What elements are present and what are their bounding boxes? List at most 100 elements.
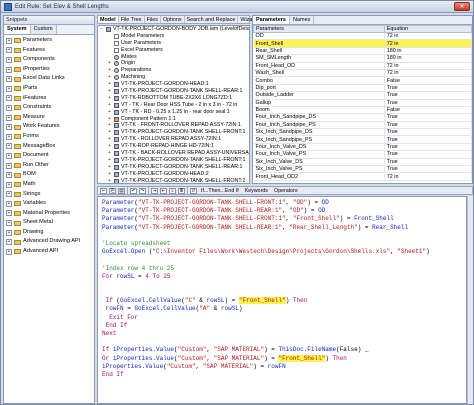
param-equation[interactable]: True — [384, 84, 473, 93]
tab-parameters[interactable]: Parameters — [253, 16, 290, 24]
table-row[interactable]: Dip_port True — [253, 84, 473, 93]
outdent-icon[interactable]: ⇤ — [160, 187, 167, 194]
expand-icon[interactable]: + — [6, 152, 12, 159]
snippet-item[interactable]: + Measure — [6, 113, 94, 123]
tree-node[interactable]: + VT-TK-PROJECT-GORDON-TANK SHELL-FRONT:1 — [98, 129, 249, 136]
tree-node[interactable]: + VT-TK-PROJECT-GORDON-HEAD:2 — [98, 171, 249, 178]
param-equation[interactable]: True — [384, 165, 473, 174]
expander-icon[interactable]: + — [108, 171, 113, 178]
param-equation[interactable]: True — [384, 135, 473, 144]
close-button[interactable]: ✕ — [454, 2, 470, 11]
param-equation[interactable]: True — [384, 99, 473, 107]
table-row[interactable]: Front_Head_OD 72 in — [253, 62, 473, 70]
copy-icon[interactable]: ⎘ — [109, 187, 116, 194]
snippet-item[interactable]: + Document — [6, 151, 94, 161]
expand-icon[interactable]: + — [6, 133, 12, 140]
snippet-item[interactable]: + iParts — [6, 84, 94, 94]
expander-icon[interactable]: + — [108, 150, 113, 157]
tree-node[interactable]: + VT-TK-ROP-REPAD-HINGE HD-72IN:1 — [98, 143, 249, 150]
redo-icon[interactable]: ↷ — [139, 187, 146, 194]
param-equation[interactable]: False — [384, 106, 473, 115]
snippet-item[interactable]: + iProperties — [6, 65, 94, 75]
tree-node[interactable]: Model Parameters — [98, 33, 249, 40]
table-row[interactable]: Gallup True — [253, 99, 473, 107]
table-row[interactable]: Four_Inch_Sandpipe_DS True — [253, 113, 473, 122]
expand-icon[interactable]: + — [6, 47, 12, 54]
expander-icon[interactable]: + — [108, 122, 113, 129]
table-row[interactable]: Front_Head_OD2 72 in — [253, 172, 473, 181]
expand-icon[interactable]: + — [6, 85, 12, 92]
param-equation[interactable]: True — [384, 121, 473, 130]
expand-icon[interactable]: + — [6, 104, 12, 111]
param-equation[interactable]: True — [384, 143, 473, 152]
expand-icon[interactable]: + — [6, 95, 12, 102]
tree-node[interactable]: + Machining — [98, 74, 249, 81]
snippet-item[interactable]: + Variables — [6, 199, 94, 209]
tree-node[interactable]: + VT - TK - RD - 0.25 x 1.25 in - rear do… — [98, 109, 249, 116]
tab-files[interactable]: Files — [145, 16, 161, 23]
expander-icon[interactable]: + — [108, 178, 113, 183]
param-equation[interactable]: False — [384, 76, 473, 85]
expand-icon[interactable]: + — [6, 191, 12, 198]
tab-file-tree[interactable]: File Tree — [119, 16, 145, 23]
column-header-parameters[interactable]: Parameters — [253, 25, 385, 33]
expander-icon[interactable]: + — [108, 109, 113, 116]
table-row[interactable]: Wash_Shell 72 in — [253, 69, 473, 78]
param-equation[interactable]: True — [384, 91, 473, 100]
snippet-item[interactable]: + Drawing — [6, 228, 94, 238]
expander-icon[interactable]: + — [108, 164, 113, 171]
cut-icon[interactable]: ✂ — [100, 187, 107, 194]
tree-node[interactable]: + VT-TK - FRONT-ROLLOVER REPAD ASSY-72IN:… — [98, 122, 249, 129]
expander-icon[interactable]: + — [108, 102, 113, 109]
expand-icon[interactable]: + — [6, 200, 12, 207]
tab-search-replace[interactable]: Search and Replace — [185, 16, 239, 23]
expand-icon[interactable]: + — [6, 239, 12, 246]
expand-icon[interactable]: + — [6, 56, 12, 63]
table-row[interactable]: Six_Inch_Sandpipe_PS True — [253, 135, 473, 144]
undo-icon[interactable]: ↶ — [130, 187, 137, 194]
if-then-dropdown[interactable]: If...Then...End If — [199, 188, 241, 194]
snippet-item[interactable]: + Work Features — [6, 122, 94, 132]
snippet-item[interactable]: + Excel Data Links — [6, 74, 94, 84]
tree-node[interactable]: + Component Pattern 1:1 — [98, 116, 249, 123]
tree-node[interactable]: + VT-TK-RDBOTTOM TUBE-2X2X6 LONG7ZD:1 — [98, 95, 249, 102]
table-row[interactable]: Four_Inch_Sandpipe_PS True — [253, 121, 473, 130]
expand-icon[interactable]: + — [6, 248, 12, 255]
expand-icon[interactable]: + — [6, 76, 12, 83]
table-row[interactable]: Six_Inch_Sandpipe_DS True — [253, 128, 473, 137]
snippet-item[interactable]: + Sheet Metal — [6, 218, 94, 228]
expander-icon[interactable]: + — [108, 60, 113, 67]
tree-node[interactable]: + VT-TK-PROJECT-GORDON-HEAD:1 — [98, 81, 249, 88]
expander-icon[interactable]: + — [108, 136, 113, 143]
tree-node[interactable]: + VT-TK - BACK-ROLLOVER REPAD ASSY-UNIVER… — [98, 150, 249, 157]
expand-icon[interactable]: + — [6, 210, 12, 217]
table-row[interactable]: Combo False — [253, 76, 473, 85]
snippet-item[interactable]: + Math — [6, 180, 94, 190]
table-row[interactable]: Boom False — [253, 106, 473, 115]
editor-scrollbar[interactable] — [467, 196, 473, 404]
param-equation[interactable]: 72 in — [384, 69, 473, 78]
snippet-item[interactable]: + Advanced Drawing API — [6, 237, 94, 247]
indent-icon[interactable]: ⇥ — [151, 187, 158, 194]
expander-icon[interactable]: + — [108, 74, 113, 81]
expand-icon[interactable]: + — [6, 143, 12, 150]
tree-node[interactable]: + Origin — [98, 60, 249, 67]
tree-node[interactable]: − VT-TK-PROJECT-GORDON-BODY JOB.iam (Leve… — [98, 26, 249, 33]
expand-icon[interactable]: + — [6, 172, 12, 179]
expander-icon[interactable]: + — [108, 129, 113, 136]
expander-icon[interactable]: − — [100, 26, 105, 33]
param-equation[interactable]: 72 in — [384, 172, 473, 181]
param-equation[interactable]: 72 in — [384, 62, 473, 70]
keywords-dropdown[interactable]: Keywords — [243, 188, 270, 194]
table-row[interactable]: Four_Inch_Valve_DS True — [253, 143, 473, 152]
code-editor[interactable]: Parameter("VT-TK-PROJECT-GORDON-TANK SHE… — [97, 196, 467, 404]
param-equation[interactable]: True — [384, 150, 473, 159]
snippet-item[interactable]: + Forms — [6, 132, 94, 142]
paste-icon[interactable]: ▤ — [118, 187, 125, 194]
tree-node[interactable]: User Parameters — [98, 40, 249, 47]
snippet-item[interactable]: + Advanced API — [6, 247, 94, 257]
tree-node[interactable]: iMates — [98, 54, 249, 61]
uncomment-icon[interactable]: ≣ — [178, 187, 185, 194]
snippet-item[interactable]: + Run Other — [6, 161, 94, 171]
tab-names[interactable]: Names — [290, 16, 315, 24]
